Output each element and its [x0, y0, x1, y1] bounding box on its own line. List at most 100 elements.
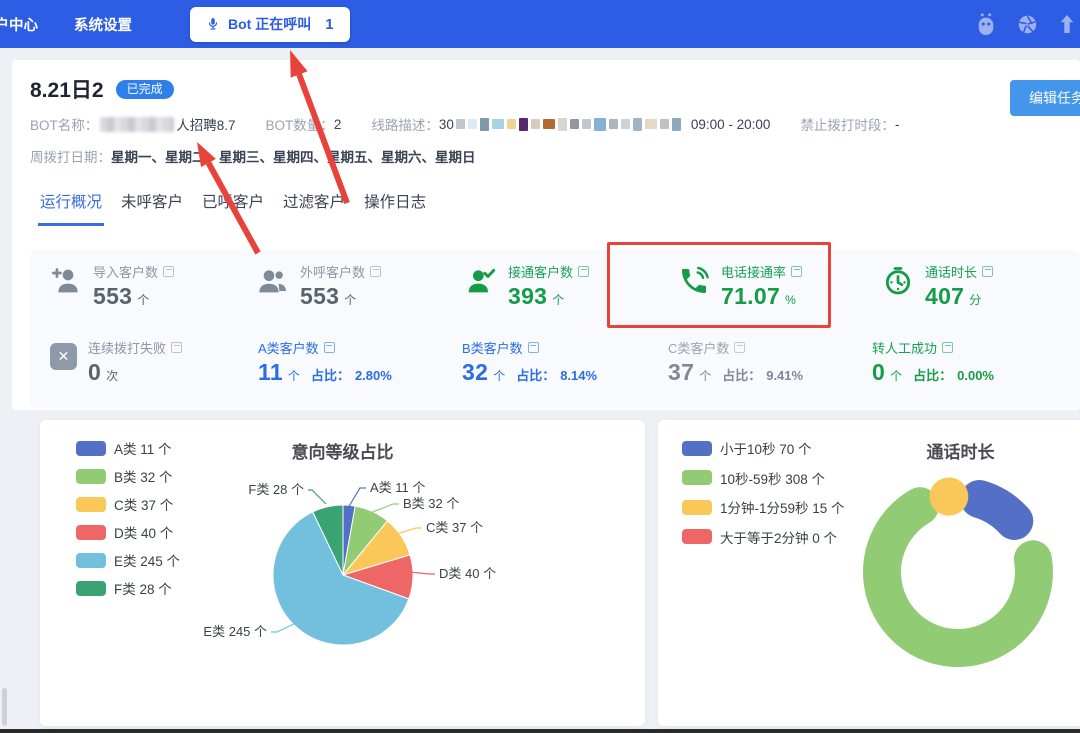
stat-value: 553	[300, 283, 339, 310]
week-dial-row: 周拨打日期： 星期一、星期二、星期三、星期四、星期五、星期六、星期日	[30, 146, 476, 166]
redacted-line-desc	[456, 118, 681, 131]
pie-label: A类 11 个	[370, 480, 425, 495]
pie-label-leader	[271, 622, 298, 632]
pie-label: B类 32 个	[403, 496, 459, 511]
pie-label-leader	[410, 572, 435, 574]
tab-run-overview[interactable]: 运行概况	[38, 184, 104, 226]
stat-label: C类客户数	[668, 338, 729, 357]
stat-unit: %	[785, 293, 796, 307]
pie-label: F类 28 个	[248, 482, 304, 497]
stat-value: 393	[508, 283, 547, 310]
tab-operation-log[interactable]: 操作日志	[362, 184, 428, 226]
bot-count-label: BOT数量：	[266, 114, 334, 134]
stat-unit: 分	[969, 291, 981, 308]
intent-pie-chart[interactable]: A类 11 个B类 32 个C类 37 个D类 40 个E类 245 个F类 2…	[40, 420, 645, 726]
redacted-bot-name	[100, 117, 174, 132]
stat-value: 0	[872, 359, 885, 386]
mic-icon	[206, 15, 220, 33]
forbidden-period-label: 禁止拨打时段：	[800, 114, 895, 134]
calendar-icon	[942, 342, 953, 353]
stat-connected-customers: 接通客户数 393 个	[465, 262, 589, 310]
ratio-value: 0.00%	[957, 368, 994, 383]
stat-label: 通话时长	[925, 262, 977, 281]
edit-task-button[interactable]: 编辑任务	[1010, 80, 1080, 116]
pie-label: E类 245 个	[203, 624, 267, 639]
page-title: 8.21日2	[30, 74, 104, 104]
task-detail-panel: 8.21日2 已完成 编辑任务 BOT名称： 人招聘8.7 BOT数量： 2 线…	[12, 60, 1080, 410]
scrollbar-thumb[interactable]	[2, 688, 7, 726]
person-plus-icon	[50, 265, 82, 297]
line-desc-label: 线路描述：	[371, 114, 439, 134]
phone-icon	[678, 265, 710, 297]
top-nav-bar: 客户中心 系统设置 Bot 正在呼叫 1	[0, 0, 1080, 48]
pie-label-leader	[365, 504, 399, 515]
shutter-icon[interactable]	[1017, 14, 1038, 35]
bot-count-value: 2	[334, 117, 342, 132]
nav-item-customer-center[interactable]: 客户中心	[0, 14, 38, 35]
ratio-label: 占比：	[913, 365, 952, 384]
call-time-range: 09:00 - 20:00	[691, 117, 771, 132]
ratio-label: 占比：	[516, 365, 555, 384]
bot-info-row: BOT名称： 人招聘8.7 BOT数量： 2 线路描述： 30 09:00 - …	[30, 114, 899, 134]
stat-imported-customers: 导入客户数 553 个	[50, 262, 174, 310]
stat-class-a: A类客户数 11个占比：2.80%	[258, 338, 392, 386]
stat-value: 37	[668, 359, 694, 386]
stat-label: 导入客户数	[93, 262, 158, 281]
stat-value: 0	[88, 359, 101, 386]
robot-icon[interactable]	[975, 12, 997, 36]
stat-class-b: B类客户数 32个占比：8.14%	[462, 338, 597, 386]
line-desc-prefix: 30	[439, 117, 454, 132]
stat-unit: 个	[552, 291, 564, 308]
tab-uncalled-customers[interactable]: 未呼客户	[119, 184, 185, 226]
x-icon	[50, 343, 77, 370]
pie-label: C类 37 个	[426, 520, 483, 535]
stat-value: 11	[258, 359, 283, 386]
stat-call-duration: 通话时长 407分	[882, 262, 993, 310]
ratio-label: 占比：	[722, 365, 761, 384]
stats-panel: 导入客户数 553 个 外呼客户数 553 个 接通客户数	[30, 250, 1080, 408]
calendar-icon	[982, 266, 993, 277]
stat-unit: 个	[344, 291, 356, 308]
stat-outbound-customers: 外呼客户数 553 个	[257, 262, 381, 310]
donut-segment-小于10秒[interactable]	[979, 499, 1014, 521]
status-badge: 已完成	[116, 80, 174, 99]
people-icon	[257, 265, 289, 297]
stat-connect-rate: 电话接通率 71.07%	[678, 262, 802, 310]
forbidden-period-value: -	[895, 117, 900, 132]
stat-label: 电话接通率	[721, 262, 786, 281]
pie-label-leader	[308, 490, 326, 504]
calendar-icon	[171, 342, 182, 353]
bot-name-value: 人招聘8.7	[176, 114, 235, 134]
stat-label: 接通客户数	[508, 262, 573, 281]
stat-label: 连续拨打失败	[88, 338, 166, 357]
week-dial-value: 星期一、星期二、星期三、星期四、星期五、星期六、星期日	[111, 146, 476, 166]
stat-label: 外呼客户数	[300, 262, 365, 281]
person-check-icon	[465, 265, 497, 297]
stat-value: 71.07	[721, 283, 780, 310]
stat-label: B类客户数	[462, 338, 523, 357]
stat-value: 32	[462, 359, 488, 386]
detail-tabs: 运行概况 未呼客户 已呼客户 过滤客户 操作日志	[38, 184, 428, 226]
calendar-icon	[791, 266, 802, 277]
nav-item-system-settings[interactable]: 系统设置	[74, 14, 132, 35]
upload-icon[interactable]	[1058, 13, 1076, 35]
intent-level-chart-card: 意向等级占比 A类 11 个B类 32 个C类 37 个D类 40 个E类 24…	[40, 420, 645, 726]
bot-calling-button[interactable]: Bot 正在呼叫 1	[190, 7, 350, 42]
stat-unit: 个	[288, 367, 300, 384]
call-duration-donut-chart[interactable]	[658, 420, 1080, 726]
tab-filtered-customers[interactable]: 过滤客户	[281, 184, 347, 226]
stat-unit: 次	[106, 367, 118, 384]
stat-label: A类客户数	[258, 338, 319, 357]
calendar-icon	[578, 266, 589, 277]
calendar-icon	[528, 342, 539, 353]
tab-called-customers[interactable]: 已呼客户	[200, 184, 266, 226]
calendar-icon	[734, 342, 745, 353]
ratio-value: 9.41%	[766, 368, 803, 383]
stat-unit: 个	[493, 367, 505, 384]
dashboard-screen: 客户中心 系统设置 Bot 正在呼叫 1 8.21日2 已完成 编辑任务	[0, 0, 1080, 733]
calendar-icon	[163, 266, 174, 277]
stat-value: 553	[93, 283, 132, 310]
ratio-value: 2.80%	[355, 368, 392, 383]
stat-unit: 个	[137, 291, 149, 308]
stat-unit: 个	[699, 367, 711, 384]
